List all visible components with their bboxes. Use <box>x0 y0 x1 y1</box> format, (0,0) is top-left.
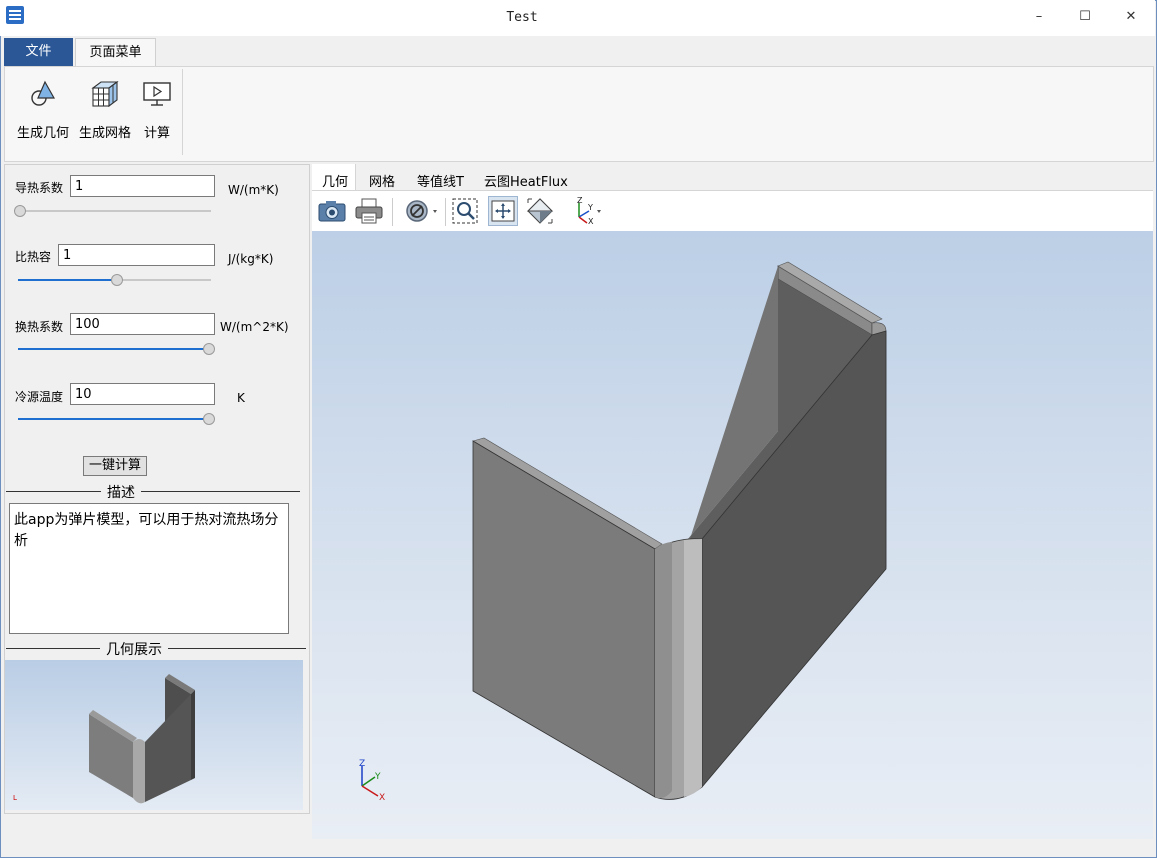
generate-geometry-label: 生成几何 <box>16 126 69 141</box>
preview-axis-mark: L <box>13 794 17 802</box>
axis-y-label: Y <box>374 772 381 782</box>
specific-heat-input[interactable]: 1 <box>58 244 215 266</box>
conductivity-label: 导热系数 <box>15 181 64 195</box>
heat-transfer-label: 换热系数 <box>15 320 64 334</box>
one-click-calc-button[interactable]: 一键计算 <box>83 456 147 476</box>
spring-clip-model <box>472 261 887 800</box>
status-bar <box>1 840 1155 855</box>
generate-mesh-label: 生成网格 <box>78 126 131 141</box>
specific-heat-slider-thumb[interactable] <box>111 274 123 286</box>
tab-heatflux-cloud[interactable]: 云图HeatFlux <box>484 171 568 190</box>
cold-source-temp-slider-thumb[interactable] <box>203 413 215 425</box>
conductivity-slider[interactable] <box>18 210 211 212</box>
heat-transfer-input[interactable]: 100 <box>70 313 215 335</box>
cold-source-temp-slider[interactable] <box>18 418 211 420</box>
print-icon[interactable] <box>354 196 384 226</box>
axis-view-icon[interactable]: ZYX <box>568 196 606 226</box>
cold-source-temp-slider-fill <box>18 418 208 420</box>
hide-icon[interactable] <box>403 196 439 226</box>
cold-source-temp-label: 冷源温度 <box>15 390 64 404</box>
zoom-box-icon[interactable] <box>450 196 480 226</box>
specific-heat-unit: J/(kg*K) <box>228 252 274 266</box>
heat-transfer-unit: W/(m^2*K) <box>220 320 289 334</box>
compute-button[interactable]: 计算 <box>139 75 175 141</box>
compute-icon <box>139 75 175 113</box>
description-text: 此app为弹片模型，可以用于热对流热场分析 <box>9 503 289 634</box>
conductivity-slider-thumb[interactable] <box>14 205 26 217</box>
axis-triad: Z Y X <box>359 759 385 803</box>
description-title: 描述 <box>101 482 141 502</box>
axis-x-label: X <box>379 793 385 803</box>
compute-label: 计算 <box>143 126 170 141</box>
heat-transfer-slider-fill <box>18 348 208 350</box>
window-title: Test <box>506 10 538 25</box>
preview-model <box>89 674 195 804</box>
generate-geometry-button[interactable]: 生成几何 <box>13 75 73 141</box>
geometry-display-title: 几何展示 <box>100 639 168 659</box>
cold-source-temp-input[interactable]: 10 <box>70 383 215 405</box>
generate-mesh-button[interactable]: 生成网格 <box>76 75 134 141</box>
toolbar-divider-1 <box>392 198 393 226</box>
3d-viewport[interactable]: Z Y X <box>312 231 1153 839</box>
tab-page-menu[interactable]: 页面菜单 <box>75 38 156 67</box>
heat-transfer-slider[interactable] <box>18 348 211 350</box>
axis-z-label: Z <box>359 759 365 769</box>
cold-source-temp-unit: K <box>237 391 245 405</box>
maximize-button[interactable]: ☐ <box>1062 0 1108 34</box>
specific-heat-label: 比热容 <box>15 250 52 264</box>
title-bar: Test – ☐ ✕ <box>0 0 1155 36</box>
ribbon-panel: 生成几何 生成网格 计算 <box>4 66 1154 162</box>
tab-contour-t[interactable]: 等值线T <box>417 171 464 190</box>
minimize-button[interactable]: – <box>1016 0 1062 34</box>
mesh-icon <box>76 75 134 113</box>
iso-view-icon[interactable] <box>525 196 555 226</box>
svg-text:Z: Z <box>577 197 583 205</box>
camera-icon[interactable] <box>317 196 347 226</box>
toolbar-divider-2 <box>445 198 446 226</box>
tab-mesh[interactable]: 网格 <box>369 171 395 190</box>
svg-text:Y: Y <box>587 203 593 212</box>
heat-transfer-slider-thumb[interactable] <box>203 343 215 355</box>
description-divider <box>6 491 300 492</box>
geometry-preview: L <box>5 660 303 810</box>
tab-file[interactable]: 文件 <box>4 38 73 66</box>
zoom-fit-icon[interactable] <box>488 196 518 226</box>
tab-geometry[interactable]: 几何 <box>322 171 348 190</box>
svg-text:X: X <box>588 217 594 225</box>
conductivity-input[interactable]: 1 <box>70 175 215 197</box>
geometry-icon <box>13 75 73 113</box>
specific-heat-slider-fill <box>18 279 116 281</box>
ribbon-divider <box>182 69 183 155</box>
conductivity-unit: W/(m*K) <box>228 183 279 197</box>
close-button[interactable]: ✕ <box>1108 0 1154 34</box>
